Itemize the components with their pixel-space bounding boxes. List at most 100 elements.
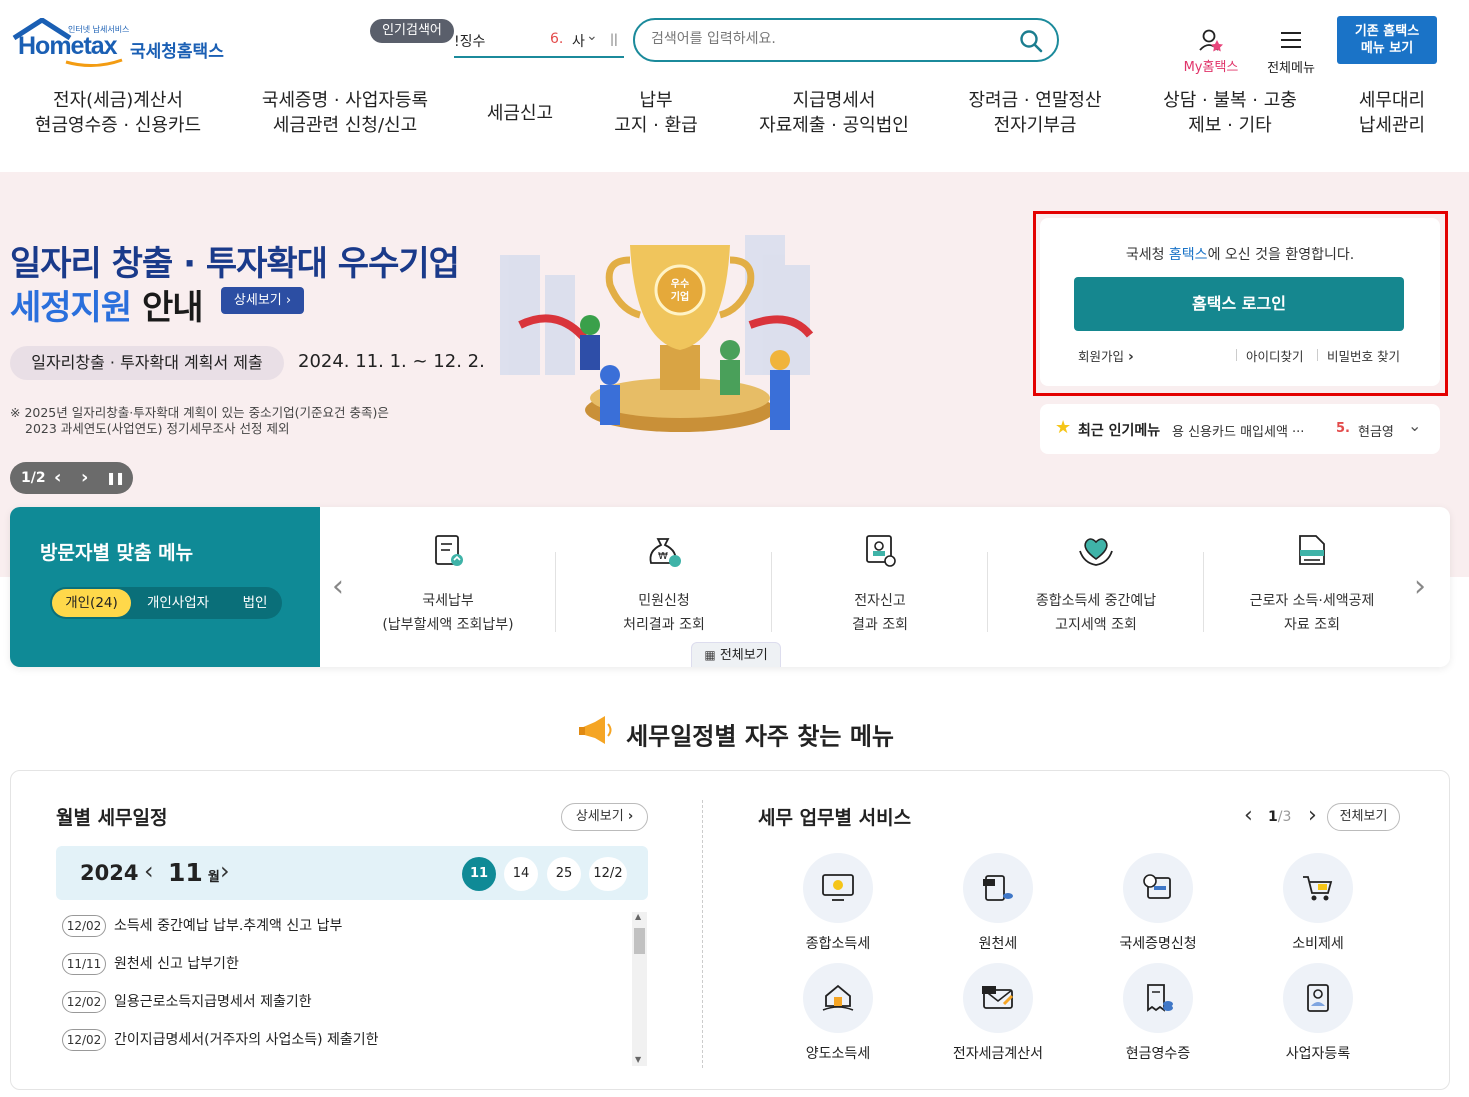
popular-menu-next-item[interactable]: 현금영 (1358, 421, 1394, 440)
nav-payment-statement[interactable]: 지급명세서 자료제출 · 공익법인 (740, 88, 928, 138)
day-chip[interactable]: 14 (504, 857, 538, 891)
visitor-menu-item-label: 처리결과 조회 (623, 617, 705, 633)
nav-label: 세무대리 (1358, 90, 1426, 111)
nav-tax-report[interactable]: 세금신고 (465, 101, 575, 126)
certificate-icon (1143, 874, 1171, 899)
banner-title-highlight: 세정지원 (10, 288, 132, 328)
receipt-coins-icon (1147, 984, 1173, 1012)
all-menu-button[interactable]: 전체메뉴 (1262, 30, 1320, 76)
chevron-right-icon[interactable]: › (1414, 569, 1426, 604)
nav-agent[interactable]: 세무대리 납세관리 (1340, 88, 1444, 138)
nav-label: 납세관리 (1358, 115, 1426, 136)
nav-incentive[interactable]: 장려금 · 연말정산 전자기부금 (950, 88, 1120, 138)
nav-payment[interactable]: 납부 고지 · 환급 (596, 88, 716, 138)
all-menu-label: 전체메뉴 (1267, 61, 1315, 76)
old-hometax-button[interactable]: 기존 홈택스 메뉴 보기 (1337, 16, 1437, 64)
visitor-menu-item-interim-tax[interactable]: 종합소득세 중간예납 고지세액 조회 (988, 533, 1204, 643)
nav-label: 납부 (639, 90, 673, 111)
visitor-menu-item-tax-payment[interactable]: 국세납부 (납부할세액 조회납부) (340, 533, 556, 643)
day-chip[interactable]: 12/2 (589, 857, 627, 891)
chevron-down-icon[interactable]: ⌄ (1408, 416, 1421, 435)
chevron-right-icon[interactable]: › (220, 857, 230, 885)
chevron-right-icon[interactable]: › (81, 462, 88, 494)
document-icon (1299, 535, 1325, 565)
scroll-up-icon[interactable]: ▲ (635, 912, 641, 921)
banner-detail-button[interactable]: 상세보기 › (221, 287, 304, 314)
tab-individual[interactable]: 개인(24) (52, 589, 131, 617)
service-label: 현금영수증 (1125, 1046, 1191, 1062)
schedule-row[interactable]: 12/02 일용근로소득지급명세서 제출기한 (62, 990, 312, 1014)
service-consumption-tax[interactable]: 소비제세 (1258, 853, 1378, 953)
banner-period: 2024. 11. 1. ~ 12. 2. (298, 351, 485, 372)
banner-chip: 일자리창출 · 투자확대 계획서 제출 (10, 346, 284, 380)
service-cash-receipt[interactable]: 현금영수증 (1098, 963, 1218, 1063)
nav-label: 자료제출 · 공익법인 (759, 115, 909, 136)
popular-search-rolling[interactable]: !징수 6. 사 ⌄ | | (454, 28, 624, 58)
service-income-tax[interactable]: 종합소득세 (778, 853, 898, 953)
calendar-month: 11 월 (168, 858, 220, 887)
schedule-row[interactable]: 11/11 원천세 신고 납부기한 (62, 952, 239, 976)
my-hometax-label: My홈택스 (1183, 60, 1239, 75)
popular-menu-bar[interactable]: ★ 최근 인기메뉴 용 신용카드 매입세액 ··· 5. 현금영 ⌄ (1040, 404, 1440, 454)
search-input[interactable] (651, 20, 1011, 58)
tab-sole-proprietor[interactable]: 개인사업자 (138, 589, 218, 617)
schedule-row[interactable]: 12/02 간이지급명세서(거주자의 사업소득) 제출기한 (62, 1028, 379, 1052)
schedule-row-text: 소득세 중간예납 납부.추계액 신고 납부 (114, 918, 343, 934)
visitor-menu-item-deduction[interactable]: 근로자 소득·세액공제 자료 조회 (1204, 533, 1420, 643)
schedule-detail-button[interactable]: 상세보기 › (561, 803, 648, 831)
banner-pager: 1/2 ‹ › ❚❚ (10, 462, 133, 494)
logo-swoosh-icon (65, 58, 123, 67)
svg-text:₩: ₩ (658, 551, 668, 562)
schedule-row[interactable]: 12/02 소득세 중간예납 납부.추계액 신고 납부 (62, 914, 342, 938)
heart-hands-icon (1079, 538, 1113, 566)
trophy-badge-line1: 우수 (671, 278, 689, 290)
nav-e-invoice[interactable]: 전자(세금)계산서 현금영수증 · 신용카드 (18, 88, 218, 138)
day-chip[interactable]: 25 (547, 857, 581, 891)
salary-doc-icon (983, 875, 1013, 901)
popular-menu-label: 최근 인기메뉴 (1078, 423, 1161, 439)
chevron-left-icon[interactable]: ‹ (144, 857, 154, 885)
service-withholding-tax[interactable]: 원천세 (938, 853, 1058, 953)
scroll-down-icon[interactable]: ▼ (635, 1055, 641, 1064)
person-document-icon (1307, 984, 1329, 1012)
visitor-menu-item-label: 자료 조회 (1284, 617, 1340, 633)
schedule-title: 월별 세무일정 (56, 807, 168, 829)
service-business-registration[interactable]: 사업자등록 (1258, 963, 1378, 1063)
schedule-scrollbar[interactable]: ▲ ▼ (632, 912, 647, 1066)
services-title: 세무 업무별 서비스 (758, 807, 912, 829)
pause-icon[interactable]: ❚❚ (106, 462, 125, 494)
pause-icon[interactable]: | | (610, 32, 618, 46)
old-hometax-line1: 기존 홈택스 (1354, 24, 1420, 39)
my-hometax-link[interactable]: My홈택스 (1178, 28, 1244, 75)
chevron-left-icon[interactable]: ‹ (54, 462, 61, 494)
chevron-down-icon[interactable]: ⌄ (586, 28, 598, 44)
popular-menu-item[interactable]: 용 신용카드 매입세액 ··· (1172, 421, 1304, 440)
service-e-tax-invoice[interactable]: 전자세금계산서 (938, 963, 1058, 1063)
nav-consult[interactable]: 상담 · 불복 · 고충 제보 · 기타 (1145, 88, 1315, 138)
service-label: 국세증명신청 (1119, 936, 1197, 952)
services-view-all-button[interactable]: 전체보기 (1327, 803, 1400, 831)
visitor-menu-item-label: 결과 조회 (852, 617, 908, 633)
service-certificate[interactable]: 국세증명신청 (1098, 853, 1218, 953)
service-transfer-tax[interactable]: 양도소득세 (778, 963, 898, 1063)
visitor-menu-item-label: 근로자 소득·세액공제 (1249, 593, 1375, 609)
day-chip-selected[interactable]: 11 (462, 857, 496, 891)
schedule-row-text: 간이지급명세서(거주자의 사업소득) 제출기한 (114, 1032, 379, 1048)
schedule-detail-label: 상세보기 (575, 809, 624, 824)
chevron-right-icon[interactable]: › (1308, 803, 1317, 828)
banner-title-line1: 일자리 창출 · 투자확대 우수기업 (10, 244, 460, 284)
search-icon[interactable] (1019, 29, 1043, 53)
tab-corporation[interactable]: 법인 (228, 589, 282, 617)
scrollbar-thumb[interactable] (634, 928, 645, 954)
chevron-left-icon[interactable]: ‹ (1244, 803, 1253, 828)
visitor-menu-item-petition[interactable]: ₩ 민원신청 처리결과 조회 (556, 533, 772, 643)
user-icon (1199, 29, 1223, 52)
visitor-menu-item-e-filing[interactable]: 전자신고 결과 조회 (772, 533, 988, 643)
services-page-total: 3 (1282, 809, 1292, 825)
nav-certificate[interactable]: 국세증명 · 사업자등록 세금관련 신청/신고 (245, 88, 445, 138)
tax-payment-icon (435, 535, 463, 566)
highlight-frame (1033, 211, 1448, 396)
hometax-logo[interactable]: 인터넷 납세서비스 Hometax 국세청홈택스 (12, 18, 227, 68)
visitor-view-all-button[interactable]: ▦ 전체보기 (691, 642, 781, 667)
schedule-date-tag: 12/02 (62, 915, 106, 937)
